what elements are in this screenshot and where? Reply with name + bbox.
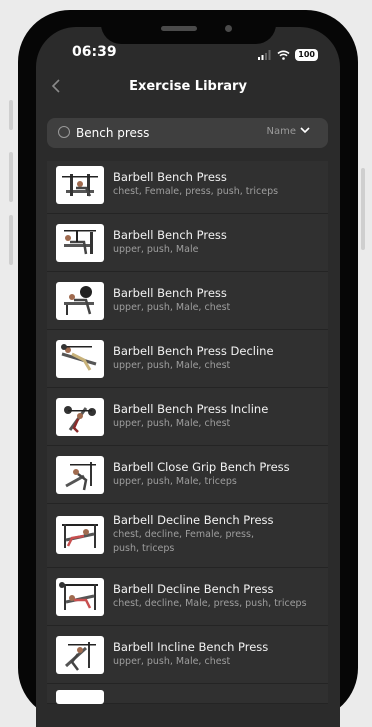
exercise-thumbnail bbox=[56, 578, 104, 616]
search-bar: Name bbox=[47, 118, 328, 148]
exercise-tags: upper, push, Male, chest bbox=[113, 656, 231, 667]
exercise-tags: chest, decline, Female, press, bbox=[113, 529, 254, 540]
list-item[interactable]: Barbell Bench Press Incline upper, push,… bbox=[47, 388, 328, 446]
exercise-tags: upper, push, Male, triceps bbox=[113, 476, 237, 487]
list-item[interactable]: Barbell Decline Bench Press chest, decli… bbox=[47, 568, 328, 626]
speaker bbox=[161, 26, 197, 31]
notch bbox=[101, 10, 276, 44]
exercise-name: Barbell Incline Bench Press bbox=[113, 640, 269, 654]
exercise-tags: upper, push, Male bbox=[113, 244, 199, 255]
exercise-tags: upper, push, Male, chest bbox=[113, 302, 231, 313]
exercise-thumbnail bbox=[56, 340, 104, 378]
sort-dropdown[interactable]: Name bbox=[266, 126, 310, 137]
exercise-name: Barbell Decline Bench Press bbox=[113, 582, 274, 596]
status-icons: 100 bbox=[258, 45, 318, 64]
app-screen: 06:39 100 Exercise Library Bench press N… bbox=[36, 27, 340, 727]
exercise-tags: upper, push, Male, chest bbox=[113, 418, 231, 429]
exercise-name: Barbell Decline Bench Press bbox=[113, 513, 274, 527]
exercise-name: Barbell Bench Press Decline bbox=[113, 344, 274, 358]
exercise-thumbnail bbox=[56, 224, 104, 262]
sort-label: Name bbox=[266, 126, 296, 137]
exercise-tags: chest, decline, Male, press, push, trice… bbox=[113, 598, 307, 609]
exercise-thumbnail bbox=[56, 516, 104, 554]
list-item[interactable] bbox=[47, 684, 328, 704]
chevron-down-icon bbox=[300, 126, 310, 137]
exercise-tags: push, triceps bbox=[113, 543, 175, 554]
page-title: Exercise Library bbox=[129, 79, 247, 94]
volume-up-button bbox=[9, 152, 13, 202]
list-item[interactable]: Barbell Incline Bench Press upper, push,… bbox=[47, 626, 328, 684]
list-item[interactable]: Barbell Bench Press Decline upper, push,… bbox=[47, 330, 328, 388]
exercise-thumbnail bbox=[56, 282, 104, 320]
exercise-thumbnail bbox=[56, 166, 104, 204]
search-input[interactable] bbox=[76, 122, 236, 144]
header: Exercise Library bbox=[36, 75, 340, 103]
exercise-name: Barbell Bench Press bbox=[113, 228, 227, 242]
exercise-thumbnail bbox=[56, 398, 104, 436]
camera-icon bbox=[225, 25, 232, 32]
wifi-icon bbox=[277, 45, 290, 64]
power-button bbox=[361, 168, 365, 250]
list-item[interactable]: Barbell Close Grip Bench Press upper, pu… bbox=[47, 446, 328, 504]
signal-icon bbox=[258, 45, 272, 64]
exercise-name: Barbell Bench Press bbox=[113, 170, 227, 184]
exercise-name: Barbell Close Grip Bench Press bbox=[113, 460, 290, 474]
exercise-thumbnail bbox=[56, 456, 104, 494]
exercise-tags: chest, Female, press, push, triceps bbox=[113, 186, 279, 197]
mute-switch bbox=[9, 100, 13, 130]
list-item[interactable]: Barbell Bench Press chest, Female, press… bbox=[47, 161, 328, 214]
exercise-thumbnail bbox=[56, 690, 104, 704]
exercise-name: Barbell Bench Press Incline bbox=[113, 402, 269, 416]
list-item[interactable]: Barbell Decline Bench Press chest, decli… bbox=[47, 504, 328, 568]
exercise-thumbnail bbox=[56, 636, 104, 674]
phone-frame: 06:39 100 Exercise Library Bench press N… bbox=[18, 10, 358, 727]
volume-down-button bbox=[9, 215, 13, 265]
exercise-name: Barbell Bench Press bbox=[113, 286, 227, 300]
status-time: 06:39 bbox=[72, 44, 117, 60]
exercise-tags: upper, push, Male, chest bbox=[113, 360, 231, 371]
list-item[interactable]: Barbell Bench Press upper, push, Male bbox=[47, 214, 328, 272]
list-item[interactable]: Barbell Bench Press upper, push, Male, c… bbox=[47, 272, 328, 330]
search-icon bbox=[58, 126, 70, 138]
battery-icon: 100 bbox=[295, 48, 318, 61]
exercise-list: Barbell Bench Press chest, Female, press… bbox=[47, 161, 328, 704]
